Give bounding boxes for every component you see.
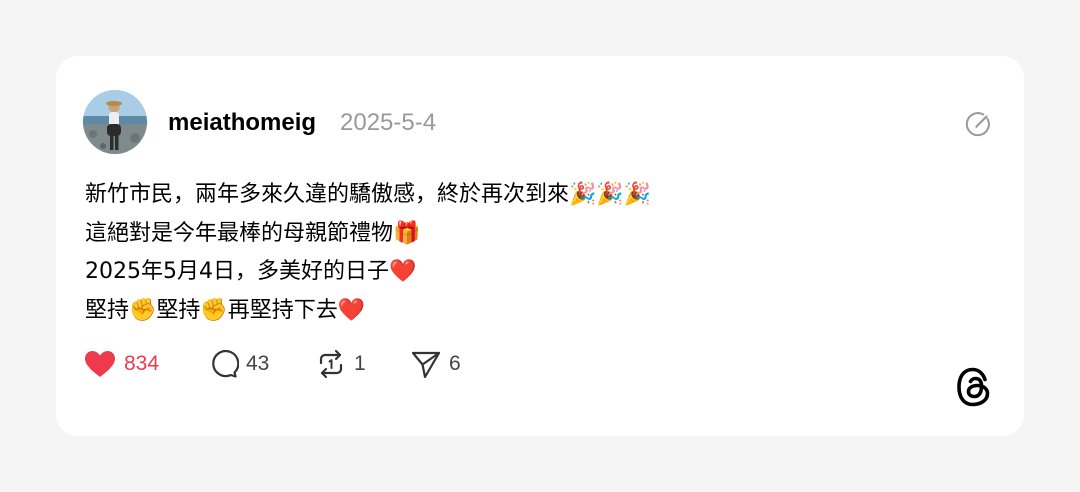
post-line: 新竹市民，兩年多來久違的驕傲感，終於再次到來🎉🎉🎉	[85, 182, 652, 207]
repost-button[interactable]: 1	[315, 346, 366, 382]
share-icon	[411, 351, 441, 379]
comment-button[interactable]: 43	[207, 346, 269, 382]
comment-icon	[212, 350, 239, 378]
threads-logo-icon[interactable]	[954, 364, 996, 410]
post-body: 新竹市民，兩年多來久違的驕傲感，終於再次到來🎉🎉🎉 這絕對是今年最棒的母親節禮物…	[85, 176, 985, 330]
heart-icon	[85, 351, 115, 377]
share-button[interactable]: 6	[410, 346, 461, 382]
like-count: 834	[124, 352, 160, 375]
edit-icon[interactable]	[964, 108, 994, 138]
post-line: 堅持✊堅持✊再堅持下去❤️	[85, 297, 366, 323]
avatar[interactable]	[83, 90, 147, 154]
repost-count: 1	[354, 352, 366, 375]
post-card: meiathomeig 2025-5-4 新竹市民，兩年多來久違的驕傲感，終於再…	[56, 56, 1024, 436]
post-line: 2025年5月4日，多美好的日子❤️	[85, 259, 417, 284]
post-line: 這絕對是今年最棒的母親節禮物🎁	[85, 220, 421, 246]
like-button[interactable]: 834	[83, 346, 159, 382]
comment-count: 43	[246, 352, 270, 375]
post-date: 2025-5-4	[340, 109, 437, 136]
avatar-image	[83, 90, 147, 154]
username[interactable]: meiathomeig	[168, 108, 316, 138]
repost-icon	[319, 349, 343, 379]
share-count: 6	[449, 352, 461, 375]
